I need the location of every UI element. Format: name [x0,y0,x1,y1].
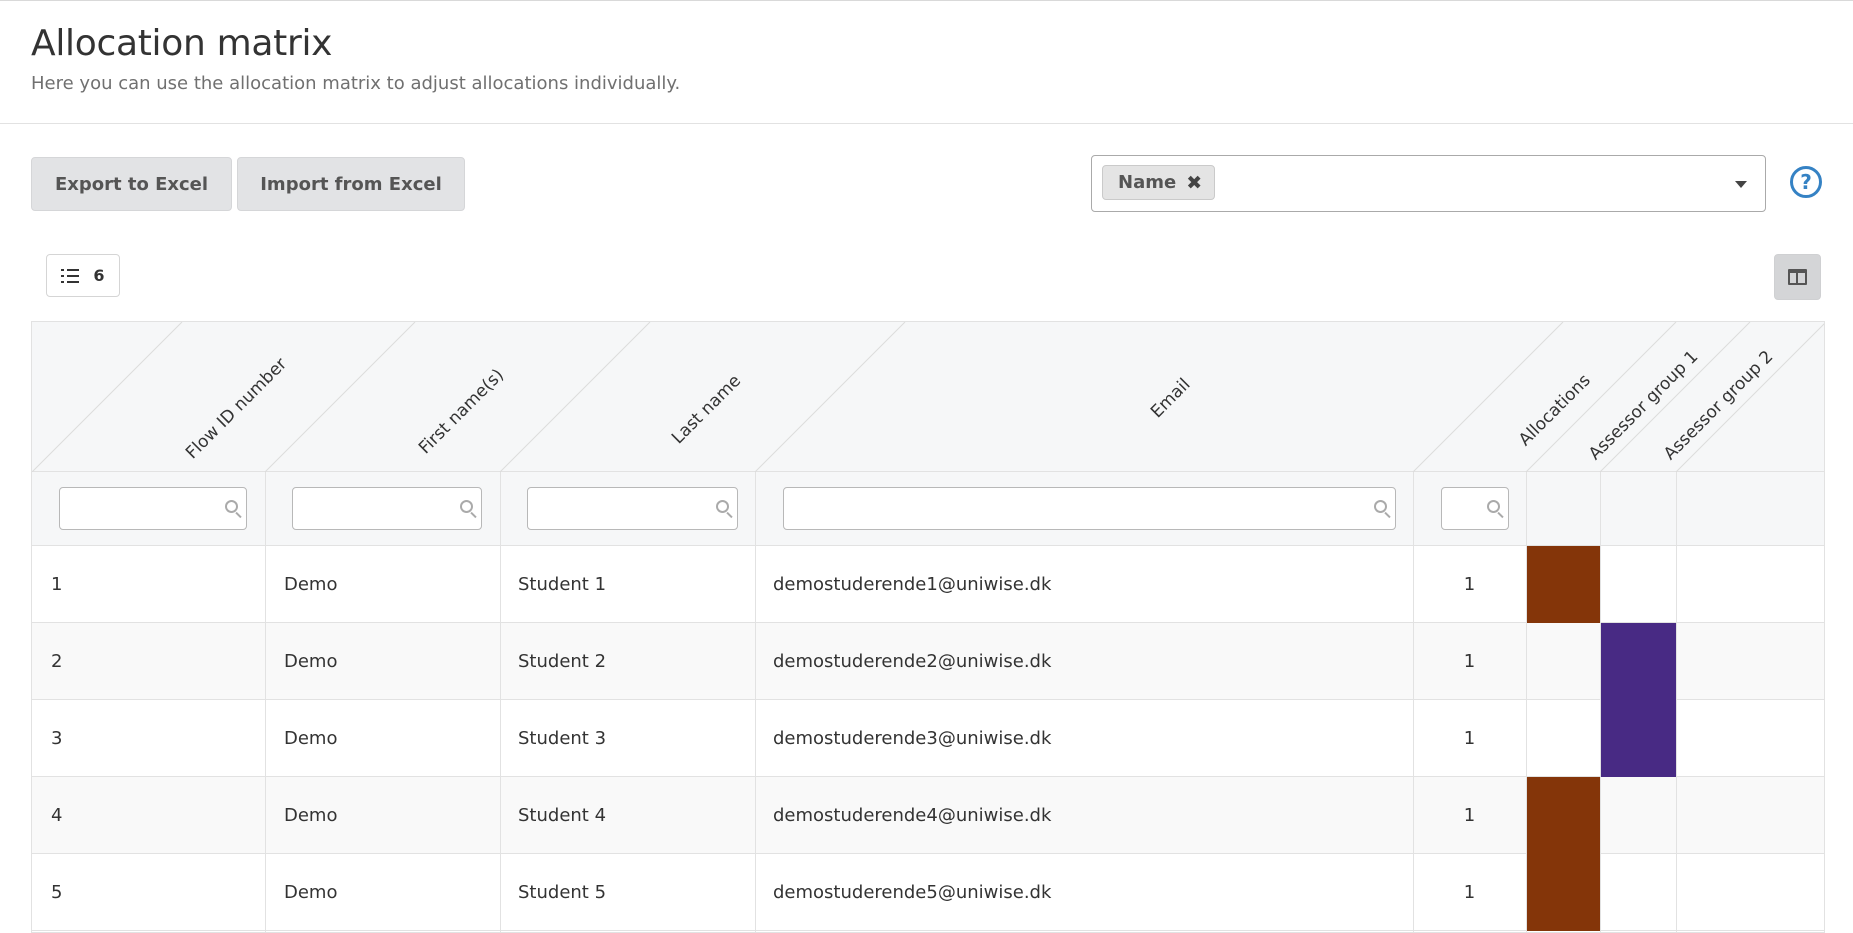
cell-flow-id: 4 [51,804,63,826]
column-divider [1526,472,1527,932]
remove-chip-icon[interactable]: ✖ [1186,172,1202,194]
filter-chip-name: Name ✖ [1102,165,1216,200]
column-divider [1676,472,1677,932]
cell-last-name: Student 5 [518,881,607,903]
column-divider [755,472,756,932]
column-divider [1600,472,1601,932]
column-divider [1413,472,1414,932]
assessor-group-2-allocation-cell[interactable] [1601,700,1676,777]
import-from-excel-button[interactable]: Import from Excel [237,157,465,211]
cell-first-name: Demo [284,650,338,672]
search-icon [460,500,473,513]
table-row[interactable]: 4 Demo Student 4 demostuderende4@uniwise.dk… [32,777,1824,854]
page-subtitle: Here you can use the allocation matrix t… [31,73,681,94]
flow-id-filter-input[interactable] [59,487,247,530]
chevron-down-icon[interactable] [1735,181,1747,188]
cell-allocations: 1 [1463,804,1476,826]
search-icon [716,500,729,513]
cell-flow-id: 5 [51,881,63,903]
column-divider [265,472,266,932]
cell-flow-id: 2 [51,650,63,672]
row-count: 6 [93,266,105,285]
email-filter-input[interactable] [783,487,1396,530]
cell-allocations: 1 [1463,727,1476,749]
columns-icon [1788,269,1807,285]
table-row[interactable]: 5 Demo Student 5 demostuderende5@uniwise.dk… [32,854,1824,931]
search-icon [225,500,238,513]
cell-first-name: Demo [284,804,338,826]
cell-flow-id: 3 [51,727,63,749]
help-icon[interactable]: ? [1790,166,1822,198]
cell-email: demostuderende1@uniwise.dk [773,573,1052,595]
cell-allocations: 1 [1463,650,1476,672]
list-icon [61,268,80,283]
allocation-grid: Flow ID number First name(s) Last name E… [31,321,1825,933]
assessor-group-2-allocation-cell[interactable] [1601,623,1676,700]
page-title: Allocation matrix [31,23,333,64]
cell-email: demostuderende3@uniwise.dk [773,727,1052,749]
cell-allocations: 1 [1463,881,1476,903]
cell-first-name: Demo [284,727,338,749]
filter-chip-label: Name [1118,172,1177,193]
table-row[interactable]: 3 Demo Student 3 demostuderende3@uniwise.dk… [32,700,1824,777]
column-divider [500,472,501,932]
cell-email: demostuderende5@uniwise.dk [773,881,1052,903]
cell-email: demostuderende2@uniwise.dk [773,650,1052,672]
column-header-row: Flow ID number First name(s) Last name E… [32,322,1824,472]
assessor-group-1-allocation-cell[interactable] [1526,546,1601,623]
cell-first-name: Demo [284,881,338,903]
cell-last-name: Student 1 [518,573,607,595]
column-filter-select[interactable]: Name ✖ [1091,155,1766,212]
search-icon [1374,500,1387,513]
table-row[interactable]: 1 Demo Student 1 demostuderende1@uniwise.dk… [32,546,1824,623]
export-to-excel-button[interactable]: Export to Excel [31,157,232,211]
search-icon [1487,500,1500,513]
row-count-button[interactable]: 6 [46,254,120,297]
cell-first-name: Demo [284,573,338,595]
allocations-filter-input[interactable] [1441,487,1509,530]
last-name-filter-input[interactable] [527,487,738,530]
cell-flow-id: 1 [51,573,63,595]
cell-email: demostuderende4@uniwise.dk [773,804,1052,826]
cell-last-name: Student 3 [518,727,607,749]
table-row[interactable]: 2 Demo Student 2 demostuderende2@uniwise.dk… [32,623,1824,700]
assessor-group-1-allocation-cell[interactable] [1526,854,1601,931]
filter-row [32,472,1824,546]
page-header: Allocation matrix Here you can use the a… [0,0,1853,124]
cell-allocations: 1 [1463,573,1476,595]
first-name-filter-input[interactable] [292,487,482,530]
toggle-columns-button[interactable] [1774,254,1821,300]
cell-last-name: Student 4 [518,804,607,826]
assessor-group-1-allocation-cell[interactable] [1526,777,1601,854]
cell-last-name: Student 2 [518,650,607,672]
